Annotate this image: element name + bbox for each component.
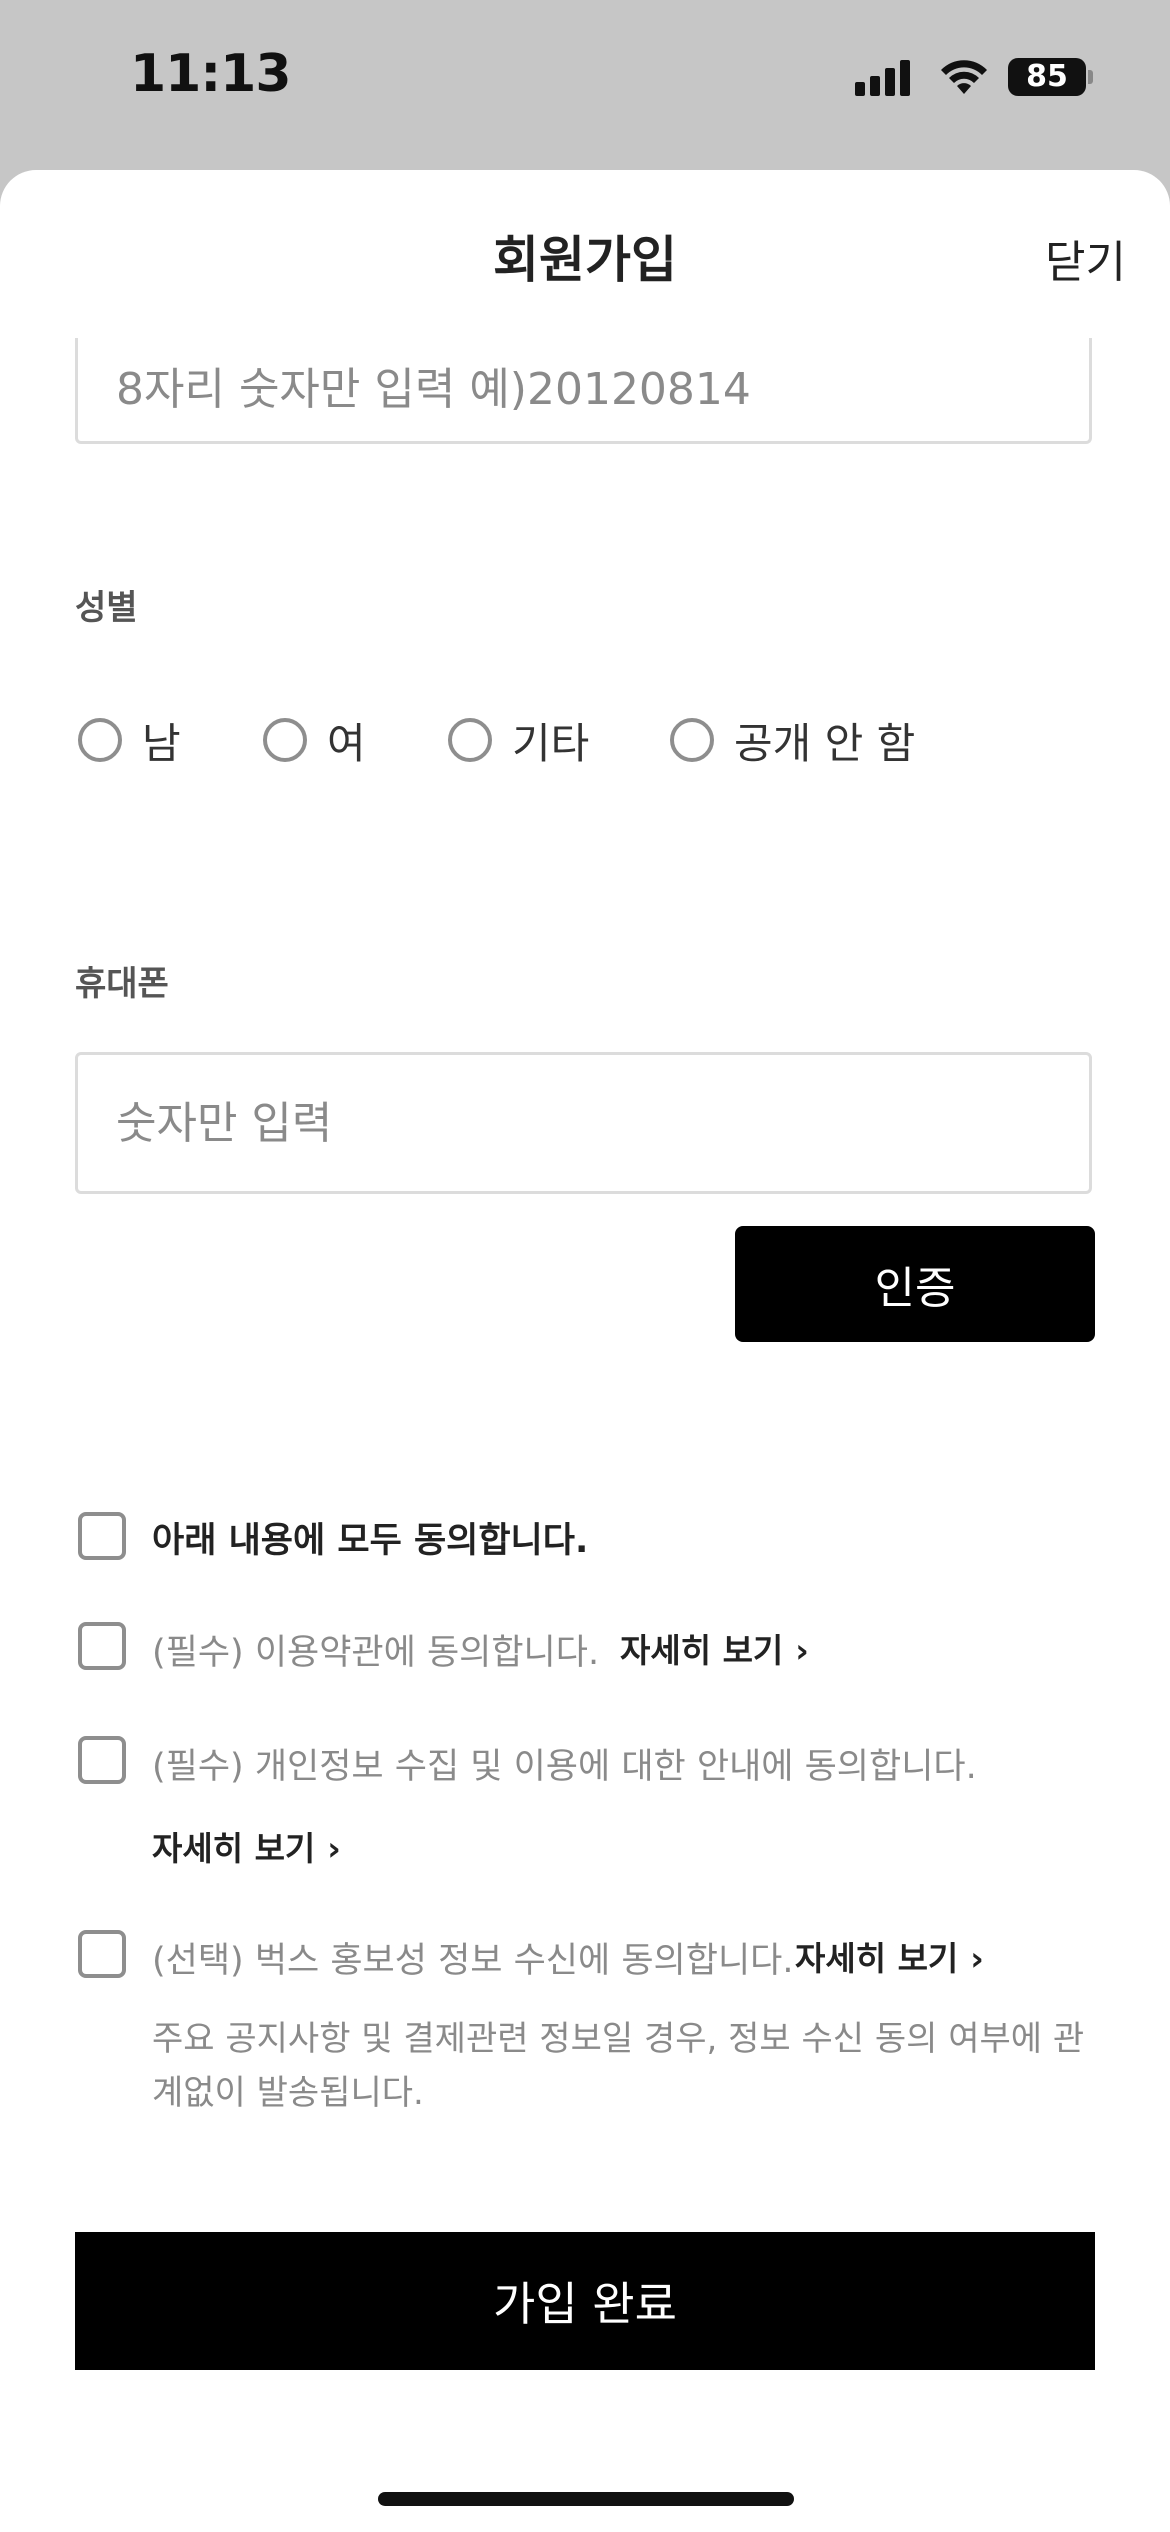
agree-terms-label: (필수) 이용약관에 동의합니다. [152,1633,600,1673]
agree-all-checkbox[interactable] [78,1512,126,1560]
birthdate-field[interactable] [75,338,1092,444]
phone-field[interactable] [75,1052,1092,1194]
radio-label: 기타 [512,718,590,768]
verify-button[interactable]: 인증 [735,1226,1095,1342]
gender-radio-female[interactable]: 여 [263,710,366,770]
agree-privacy-label: (필수) 개인정보 수집 및 이용에 대한 안내에 동의합니다. [152,1747,977,1787]
marketing-detail-link[interactable]: 자세히 보기 › [795,1932,984,1980]
battery-tip [1088,70,1093,84]
radio-circle-icon [263,718,307,762]
radio-circle-icon [670,718,714,762]
detail-link-label: 자세히 보기 [620,1631,784,1670]
agree-privacy-checkbox[interactable] [78,1736,126,1784]
gender-radio-male[interactable]: 남 [78,710,181,770]
radio-label: 공개 안 함 [734,718,916,768]
battery-icon: 85 [1008,58,1086,96]
agree-marketing-label: (선택) 벅스 홍보성 정보 수신에 동의합니다. [152,1941,794,1981]
agree-marketing-checkbox[interactable] [78,1930,126,1978]
gender-radio-other[interactable]: 기타 [448,710,589,770]
terms-detail-link[interactable]: 자세히 보기 › [620,1624,809,1672]
phone-label: 휴대폰 [75,964,169,1004]
radio-label: 여 [327,718,366,768]
cellular-signal-icon [855,60,915,96]
marketing-notice: 주요 공지사항 및 결제관련 정보일 경우, 정보 수신 동의 여부에 관계없이… [152,2019,1085,2113]
page-title: 회원가입 [493,231,677,289]
close-button[interactable]: 닫기 [1045,226,1126,290]
radio-label: 남 [142,718,181,768]
gender-radio-undisclosed[interactable]: 공개 안 함 [670,710,915,770]
agree-all-label: 아래 내용에 모두 동의합니다. [152,1521,589,1561]
gender-label: 성별 [75,588,138,628]
detail-link-label: 자세히 보기 [795,1939,959,1978]
agree-terms-checkbox[interactable] [78,1622,126,1670]
chevron-right-icon: › [970,1939,984,1978]
status-time: 11:13 [130,44,292,104]
home-indicator [378,2492,794,2506]
radio-circle-icon [448,718,492,762]
birthdate-input[interactable] [78,338,1089,441]
detail-link-label: 자세히 보기 [152,1829,316,1868]
chevron-right-icon: › [795,1631,809,1670]
chevron-right-icon: › [327,1829,341,1868]
privacy-detail-link[interactable]: 자세히 보기 › [152,1822,341,1870]
radio-circle-icon [78,718,122,762]
signup-sheet: 회원가입 닫기 성별 남 여 기타 공개 안 함 휴대폰 인증 아래 내용에 모… [0,170,1170,2532]
phone-input[interactable] [78,1055,1089,1191]
status-bar: 11:13 85 [0,0,1170,170]
wifi-icon [941,60,987,94]
submit-signup-button[interactable]: 가입 완료 [75,2232,1095,2370]
